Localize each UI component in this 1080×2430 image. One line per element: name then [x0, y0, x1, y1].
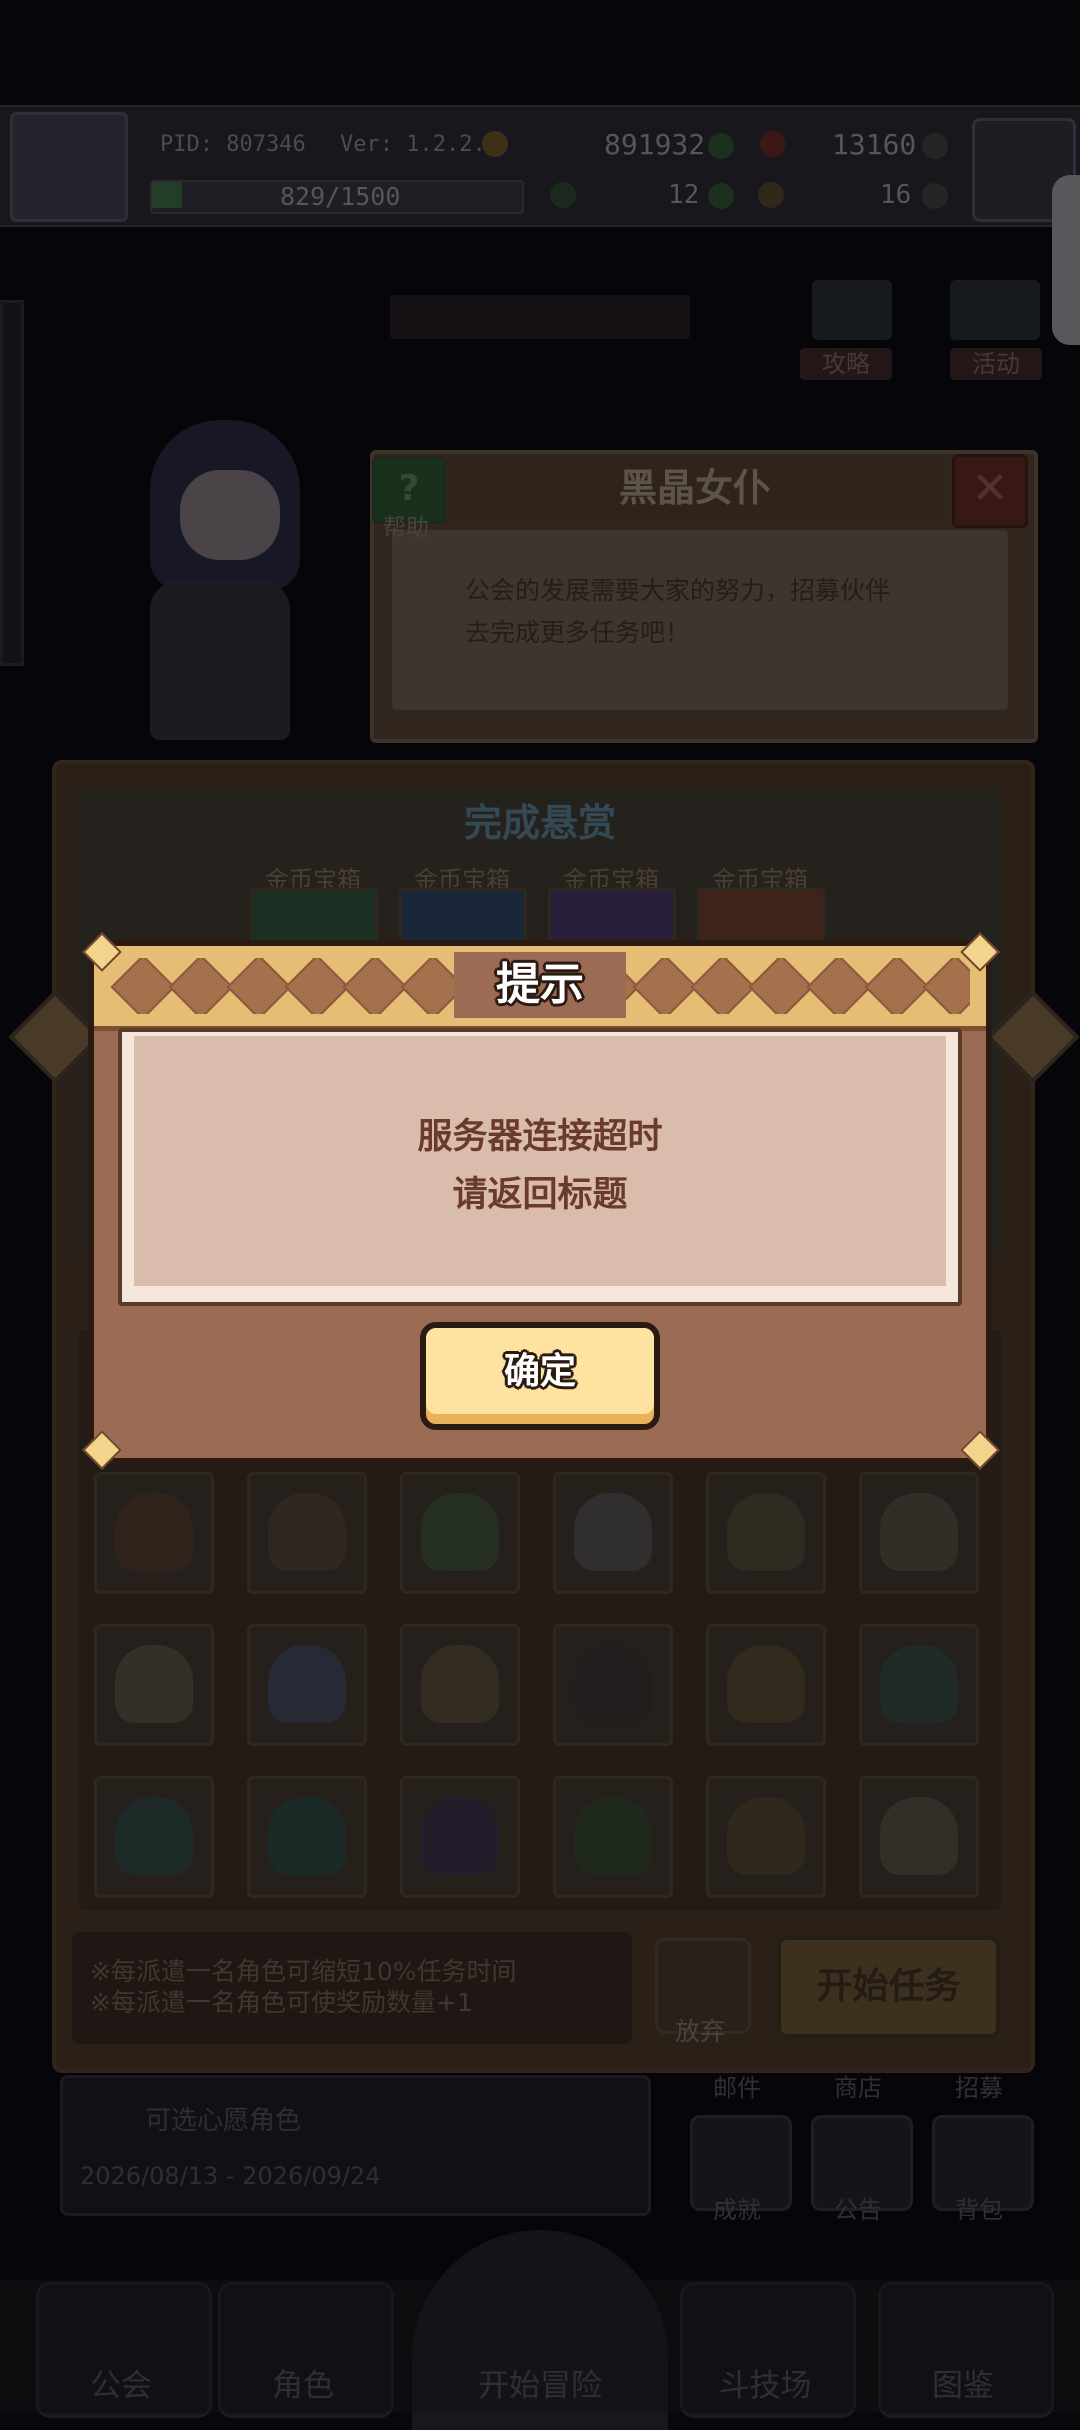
diamond-ornament: [110, 958, 176, 1014]
diamond-ornament: [864, 958, 930, 1014]
diamond-ornament: [226, 958, 292, 1014]
alert-message-line-2: 请返回标题: [452, 1175, 628, 1215]
diamond-ornament: [748, 958, 814, 1014]
diamond-ornament: [922, 958, 970, 1014]
confirm-button-label[interactable]: 确定: [420, 1332, 660, 1412]
alert-message-line-1: 服务器连接超时: [417, 1117, 663, 1157]
diamond-ornament: [168, 958, 234, 1014]
diamond-ornament: [690, 958, 756, 1014]
alert-dialog-body: [134, 1036, 946, 1286]
diamond-ornament: [806, 958, 872, 1014]
alert-dialog-title: 提示: [496, 959, 584, 1010]
diamond-ornament: [632, 958, 698, 1014]
diamond-ornament: [342, 958, 408, 1014]
diamond-ornament: [284, 958, 350, 1014]
